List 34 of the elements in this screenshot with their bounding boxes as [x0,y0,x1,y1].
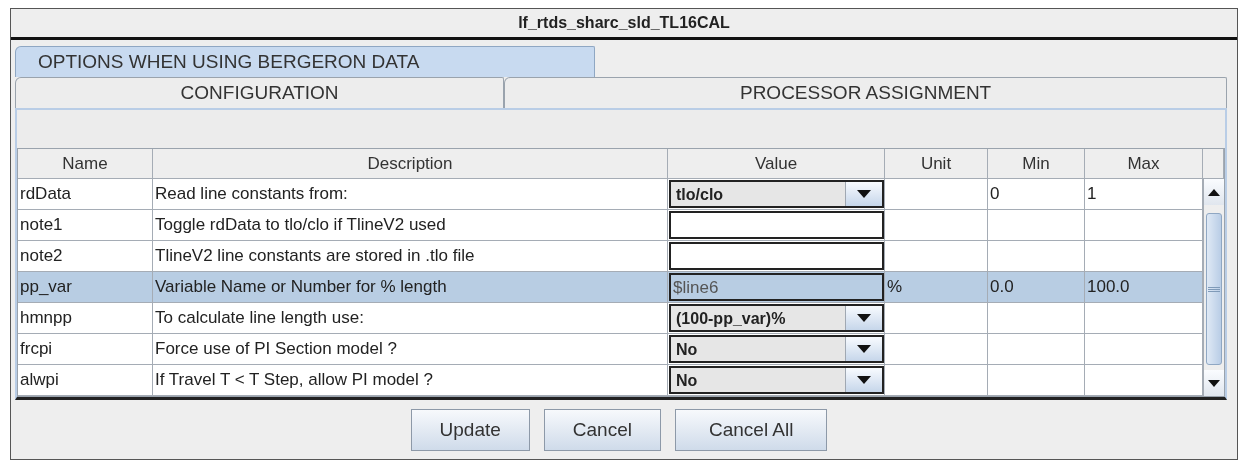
dropdown[interactable]: tlo/clo [669,180,884,208]
tab[interactable]: CONFIGURATION [15,77,505,108]
grip-icon [1208,286,1220,292]
table-row[interactable]: rdData Read line constants from: tlo/clo 0 1 [18,179,1203,210]
table-row[interactable]: pp_var Variable Name or Number for % length $line6 % 0.0 100.0 [18,272,1203,303]
input-field[interactable] [669,242,884,270]
table-row[interactable]: frcpi Force use of PI Section model ? No [18,334,1203,365]
window-title: lf_rtds_sharc_sld_TL16CAL [11,9,1237,40]
dropdown[interactable]: (100-pp_var)% [669,304,884,332]
scroll-up-button[interactable] [1204,179,1224,205]
table-row[interactable]: hmnpp To calculate line length use: (100-pp_var)% [18,303,1203,334]
dropdown[interactable]: No [669,366,884,394]
tab[interactable]: PROCESSOR ASSIGNMENT [504,77,1227,108]
table-row[interactable]: note2 TlineV2 line constants are stored in .tlo file [18,241,1203,272]
scroll-down-button[interactable] [1204,370,1224,396]
input-field[interactable]: $line6 [669,273,884,301]
down-arrow-icon [1208,379,1220,387]
dialog-button[interactable]: Update [410,408,530,451]
scroll-thumb[interactable] [1206,213,1222,365]
caret-icon [857,345,871,353]
table-row[interactable]: note1 Toggle rdData to tlo/clo if TlineV2 used [18,210,1203,241]
dialog-button[interactable]: Cancel All [674,408,828,451]
caret-icon [857,376,871,384]
table-cell: alwpi [18,365,153,396]
table-row[interactable]: alwpi If Travel T < T Step, allow PI model ? No [18,365,1203,396]
caret-icon [857,190,871,198]
input-field[interactable] [669,211,884,239]
dialog-button[interactable]: Cancel [543,408,661,451]
table-cell: If Travel T < T Step, allow PI model ? [153,365,668,396]
tab[interactable]: OPTIONS WHEN USING BERGERON DATA [15,46,595,77]
caret-icon [857,314,871,322]
up-arrow-icon [1208,188,1220,196]
dropdown[interactable]: No [669,335,884,363]
scrollbar[interactable] [1203,179,1224,396]
